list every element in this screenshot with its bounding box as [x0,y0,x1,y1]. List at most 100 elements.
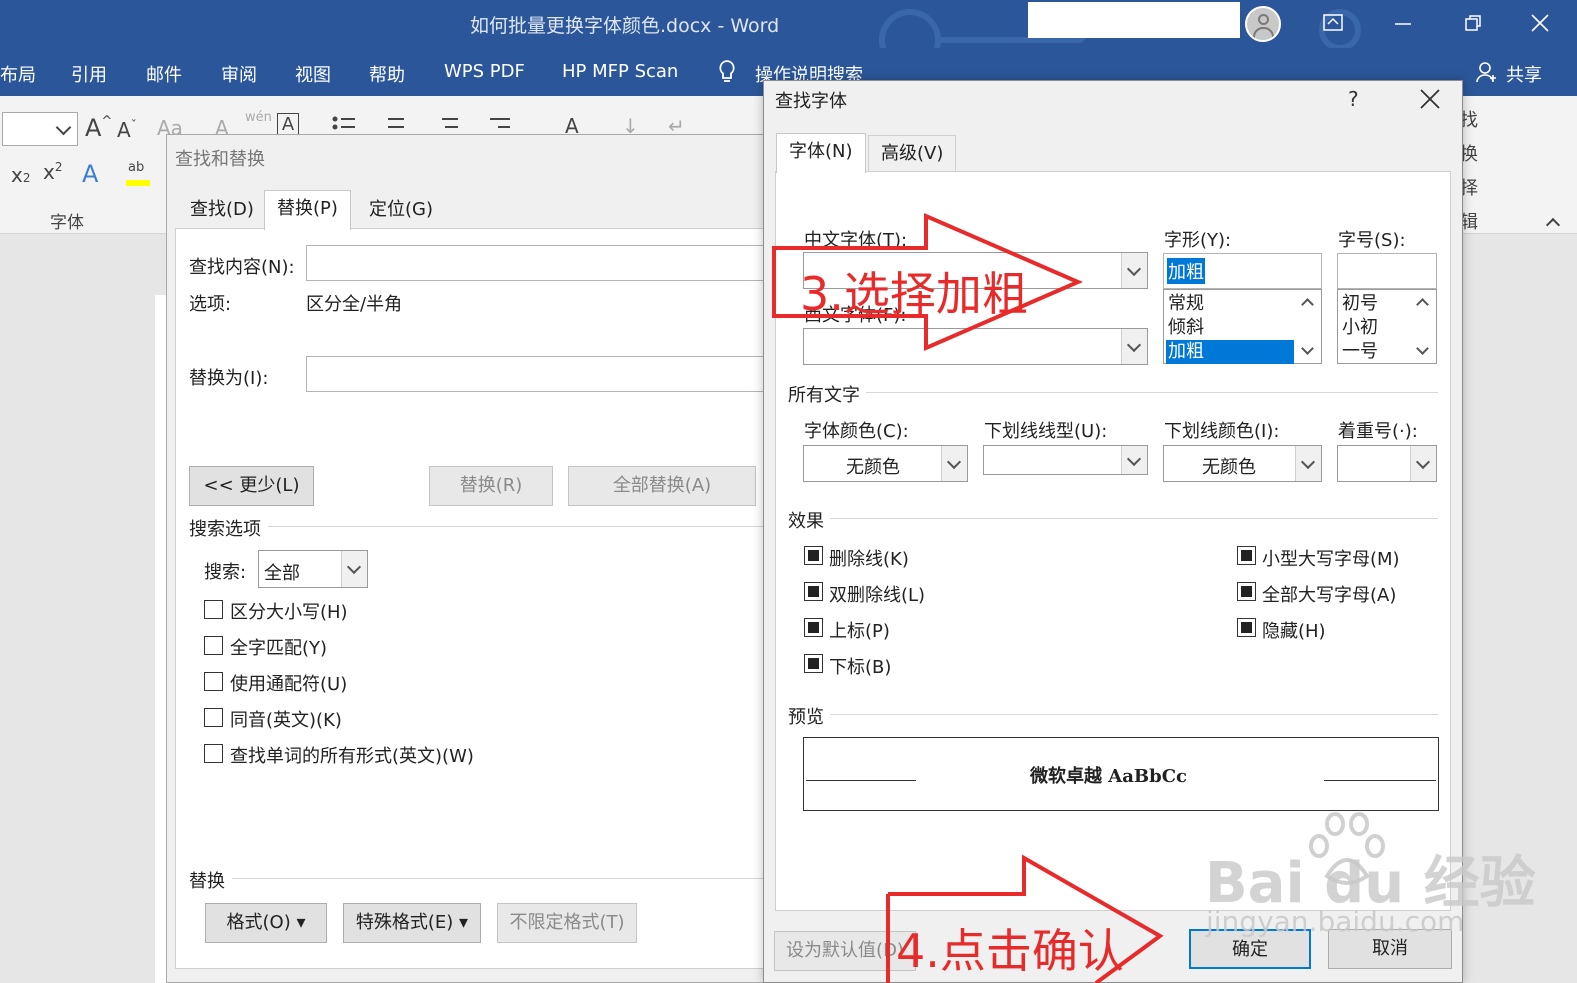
word-forms-checkbox[interactable] [204,744,223,763]
underline-color-label: 下划线颜色(I): [1164,421,1280,442]
double-strikethrough-checkbox[interactable] [804,582,823,601]
whole-word-label: 全字匹配(Y) [230,638,328,659]
close-icon[interactable] [1525,8,1555,38]
font-style-list[interactable]: 常规 倾斜 加粗 [1163,289,1322,364]
ribbon-display-icon[interactable] [1318,8,1348,38]
phonetic-guide-icon[interactable]: wén [245,110,272,125]
font-size-combo[interactable] [2,112,78,146]
list-item[interactable]: 常规 [1168,292,1204,316]
shrink-font-icon[interactable]: Aˇ [117,118,137,142]
list-item-selected[interactable]: 加粗 [1166,340,1294,364]
wildcards-checkbox[interactable] [204,672,223,691]
menu-wps-pdf[interactable]: WPS PDF [444,61,525,82]
share-person-icon[interactable] [1476,61,1498,83]
menu-hp-mfp-scan[interactable]: HP MFP Scan [562,61,678,82]
font-size-list[interactable]: 初号 小初 一号 [1337,289,1437,364]
subscript-icon[interactable]: x2 [11,163,30,187]
whole-word-checkbox[interactable] [204,636,223,655]
find-replace-title: 查找和替换 [175,149,265,170]
watermark-url: jingyan.baidu.com [1206,905,1465,938]
divider [268,526,768,527]
superscript-label: 上标(P) [829,621,890,642]
tab-font[interactable]: 字体(N) [776,133,866,173]
list-item[interactable]: 初号 [1342,292,1378,316]
underline-color-value: 无颜色 [1202,457,1256,478]
all-text-title: 所有文字 [788,385,860,406]
sounds-like-checkbox[interactable] [204,708,223,727]
font-style-value: 加粗 [1167,258,1205,284]
restore-icon[interactable] [1458,8,1488,38]
share-button[interactable]: 共享 [1506,61,1542,87]
underline-type-select[interactable] [983,445,1148,475]
menu-review[interactable]: 审阅 [221,61,257,87]
emphasis-mark-select[interactable] [1337,445,1437,482]
hidden-label: 隐藏(H) [1262,621,1326,642]
effects-title: 效果 [788,511,824,532]
subscript-label: 下标(B) [829,657,892,678]
superscript-checkbox[interactable] [804,618,823,637]
highlight-icon[interactable]: ab [126,160,150,186]
list-item[interactable]: 一号 [1342,340,1378,364]
font-color-select[interactable]: 无颜色 [803,445,968,482]
search-options-title: 搜索选项 [189,519,261,540]
account-name-box [1028,2,1240,38]
minimize-icon[interactable] [1388,8,1418,38]
step3-annotation: 3.选择加粗 [800,267,1028,321]
menu-mailings[interactable]: 邮件 [146,61,182,87]
menu-references[interactable]: 引用 [71,61,107,87]
find-what-input[interactable] [306,245,776,281]
subscript-checkbox[interactable] [804,654,823,673]
underline-color-select[interactable]: 无颜色 [1163,445,1322,482]
replace-with-label: 替换为(I): [189,368,269,389]
dialog-close-icon[interactable] [1413,80,1449,124]
font-style-label: 字形(Y): [1164,230,1232,251]
step4-annotation: 4.点击确认 [896,924,1124,978]
grow-font-icon[interactable]: A^ [85,114,112,142]
window-title: 如何批量更换字体颜色.docx - Word [470,15,780,37]
tab-advanced[interactable]: 高级(V) [868,135,957,173]
match-case-checkbox[interactable] [204,600,223,619]
font-style-input[interactable]: 加粗 [1163,253,1322,289]
replace-with-input[interactable] [306,356,776,392]
format-button[interactable]: 格式(O) ▾ [205,903,327,943]
small-caps-checkbox[interactable] [1237,546,1256,565]
list-item[interactable]: 倾斜 [1168,316,1204,340]
no-formatting-button[interactable]: 不限定格式(T) [497,903,637,943]
less-button[interactable]: << 更少(L) [189,466,314,506]
superscript-icon[interactable]: x2 [43,160,62,184]
strikethrough-checkbox[interactable] [804,546,823,565]
replace-button[interactable]: 替换(R) [429,466,553,506]
list-item[interactable]: 小初 [1342,316,1378,340]
replace-section-title: 替换 [189,871,225,892]
match-case-label: 区分大小写(H) [230,602,348,623]
preview-baseline [806,780,916,781]
help-button[interactable]: ? [1348,87,1359,111]
menu-view[interactable]: 视图 [295,61,331,87]
menu-layout[interactable]: 布局 [0,61,36,87]
divider [866,392,1438,393]
wildcards-label: 使用通配符(U) [230,674,348,695]
tab-find[interactable]: 查找(D) [178,192,266,230]
underline-type-label: 下划线线型(U): [984,421,1108,442]
preview-text: 微软卓越 AaBbCc [1030,766,1187,787]
search-direction-label: 搜索: [204,562,247,583]
small-caps-label: 小型大写字母(M) [1262,549,1400,570]
sounds-like-label: 同音(英文)(K) [230,710,342,731]
preview-title: 预览 [788,707,824,728]
menu-help[interactable]: 帮助 [369,61,405,87]
tab-replace[interactable]: 替换(P) [264,190,351,230]
all-caps-label: 全部大写字母(A) [1262,585,1397,606]
hidden-checkbox[interactable] [1237,618,1256,637]
scrollbar[interactable] [1410,290,1436,363]
replace-all-button[interactable]: 全部替换(A) [568,466,756,506]
special-format-button[interactable]: 特殊格式(E) ▾ [343,903,481,943]
tab-goto[interactable]: 定位(G) [357,192,445,230]
search-direction-select[interactable]: 全部 [258,550,368,588]
lightbulb-icon[interactable] [717,58,737,86]
text-effects-icon[interactable]: A [82,160,98,188]
all-caps-checkbox[interactable] [1237,582,1256,601]
scrollbar[interactable] [1295,290,1321,363]
font-size-input[interactable] [1337,253,1437,289]
avatar[interactable] [1245,6,1281,42]
double-strikethrough-label: 双删除线(L) [829,585,926,606]
